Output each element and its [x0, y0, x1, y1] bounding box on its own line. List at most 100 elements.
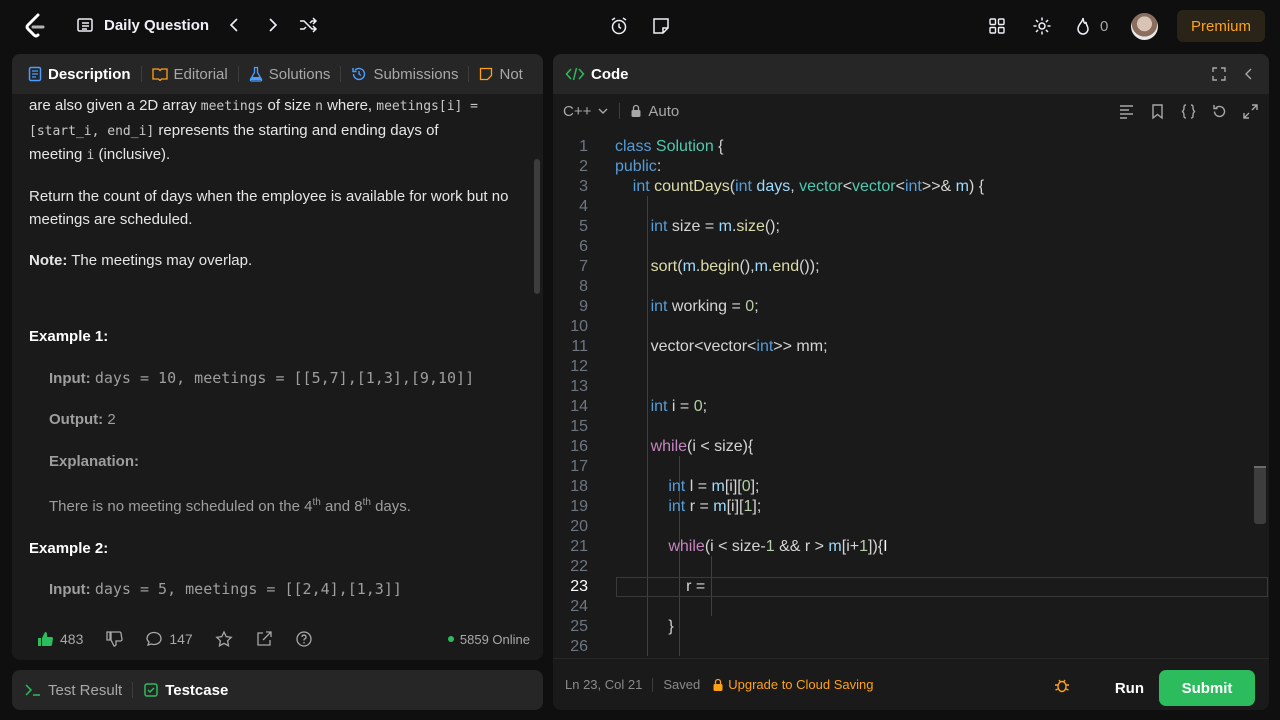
output-label: Output:: [49, 411, 104, 428]
thumbs-up-icon: [36, 630, 54, 648]
prev-problem-button[interactable]: [226, 16, 244, 34]
saved-status: Saved: [663, 677, 701, 692]
desc-text: meeting: [29, 146, 87, 163]
code-text: public:: [615, 158, 662, 175]
settings-button[interactable]: [1032, 16, 1052, 36]
upgrade-cloud-saving-link[interactable]: Upgrade to Cloud Saving: [712, 677, 873, 692]
language-select[interactable]: C++: [563, 103, 609, 120]
tab-code[interactable]: Code: [555, 66, 639, 83]
example-1-explanation-label: Explanation:: [29, 450, 519, 474]
fullscreen-icon[interactable]: [1242, 103, 1259, 120]
like-button[interactable]: 483: [36, 630, 83, 648]
bookmark-icon[interactable]: [1149, 103, 1166, 120]
desc-text: of size: [263, 97, 316, 114]
premium-button[interactable]: Premium: [1177, 10, 1266, 42]
leetcode-logo-icon[interactable]: [24, 13, 46, 39]
example-1-output: Output: 2: [29, 408, 519, 432]
next-problem-button[interactable]: [263, 16, 281, 34]
code-line: 4: [553, 197, 1269, 217]
shuffle-icon: [298, 16, 318, 34]
tab-testcase[interactable]: Testcase: [143, 682, 228, 699]
code-line: 10: [553, 317, 1269, 337]
line-number: 6: [579, 238, 588, 255]
online-count: 5859 Online: [459, 631, 530, 647]
streak-counter[interactable]: 0: [1074, 16, 1108, 36]
collapse-button[interactable]: [1241, 66, 1257, 87]
code-line: 26: [553, 637, 1269, 656]
favorite-button[interactable]: [215, 630, 233, 648]
run-label: Run: [1114, 679, 1144, 697]
cursor-position: Ln 23, Col 21: [565, 677, 643, 692]
chevron-right-icon: [263, 16, 281, 34]
code-text: int countDays(int days, vector<vector<in…: [632, 178, 985, 195]
question-circle-icon: [295, 630, 313, 648]
example-2-input: Input: days = 5, meetings = [[2,4],[1,3]…: [29, 578, 519, 602]
share-button[interactable]: [255, 630, 273, 648]
description-paragraph: Return the count of days when the employ…: [29, 187, 509, 229]
code-line: 11 vector<vector<int>> mm;: [553, 337, 1269, 357]
document-icon: [28, 66, 42, 82]
problem-description: are also given a 2D array meetings of si…: [29, 94, 519, 602]
thumbs-down-icon: [105, 630, 124, 648]
code-text: }: [615, 618, 674, 635]
code-text: int r = m[i][1];: [668, 498, 762, 515]
desc-text: represents the starting and ending days …: [154, 121, 439, 139]
code-brackets-icon: [565, 66, 585, 82]
scrollbar-marker: [1254, 466, 1266, 468]
help-button[interactable]: [295, 630, 313, 648]
line-number: 14: [570, 398, 588, 415]
line-number: 25: [570, 618, 588, 635]
code-line: 23 r =: [553, 577, 1269, 597]
auto-mode-toggle[interactable]: Auto: [630, 103, 679, 120]
format-icon[interactable]: [1118, 103, 1135, 120]
run-button[interactable]: Run: [1100, 671, 1159, 705]
code-line: 5 int size = m.size();: [553, 217, 1269, 237]
alarm-clock-icon: [609, 16, 629, 36]
submit-button[interactable]: Submit: [1159, 670, 1255, 706]
code-text: class Solution {: [615, 138, 724, 155]
grid-icon: [987, 16, 1007, 36]
comment-count: 147: [169, 631, 193, 647]
tab-submissions[interactable]: Submissions: [341, 66, 468, 83]
debug-button[interactable]: [1053, 676, 1071, 697]
code-text: int i = 0;: [650, 398, 708, 415]
curly-braces-icon[interactable]: [1180, 103, 1197, 120]
editor-actions: [1118, 103, 1259, 120]
streak-count: 0: [1100, 17, 1109, 35]
layout-button[interactable]: [987, 16, 1007, 36]
maximize-button[interactable]: [1211, 66, 1227, 87]
note-icon: [651, 16, 671, 36]
tab-solutions[interactable]: Solutions: [239, 66, 341, 83]
lock-icon: [630, 104, 642, 118]
avatar[interactable]: [1131, 13, 1158, 40]
description-scrollbar[interactable]: [534, 159, 540, 294]
problem-list-button[interactable]: Daily Question: [76, 16, 209, 34]
dislike-button[interactable]: [105, 630, 124, 648]
reset-icon[interactable]: [1211, 103, 1228, 120]
editor-status-bar: Ln 23, Col 21 Saved Upgrade to Cloud Sav…: [553, 658, 1269, 710]
notes-button[interactable]: [651, 16, 671, 36]
testcase-panel: Test Result Testcase: [12, 670, 543, 710]
code-line: 3 int countDays(int days, vector<vector<…: [553, 177, 1269, 197]
explanation-text: and 8: [320, 498, 363, 515]
superscript: th: [312, 497, 321, 508]
input-value: days = 5, meetings = [[2,4],[1,3]]: [94, 580, 402, 598]
tab-editorial[interactable]: Editorial: [142, 66, 238, 83]
tab-description[interactable]: Description: [18, 66, 141, 83]
line-number: 9: [579, 298, 588, 315]
tab-solutions-label: Solutions: [268, 65, 331, 83]
code-line: 22: [553, 557, 1269, 577]
comments-button[interactable]: 147: [145, 630, 193, 648]
tab-test-result[interactable]: Test Result: [24, 682, 122, 699]
chevron-left-icon: [1241, 66, 1257, 82]
code-editor[interactable]: 1 class Solution { 2 public: 3 int countDa…: [553, 136, 1269, 656]
timer-button[interactable]: [609, 16, 629, 36]
inline-code: meetings[i] =: [376, 99, 479, 114]
code-line: 6: [553, 237, 1269, 257]
editor-scrollbar[interactable]: [1254, 466, 1266, 524]
code-line: 12: [553, 357, 1269, 377]
code-line: 16 while(i < size){: [553, 437, 1269, 457]
desc-text: are also given a 2D array: [29, 97, 201, 114]
random-problem-button[interactable]: [298, 16, 318, 34]
tab-notes[interactable]: Not: [469, 66, 532, 83]
